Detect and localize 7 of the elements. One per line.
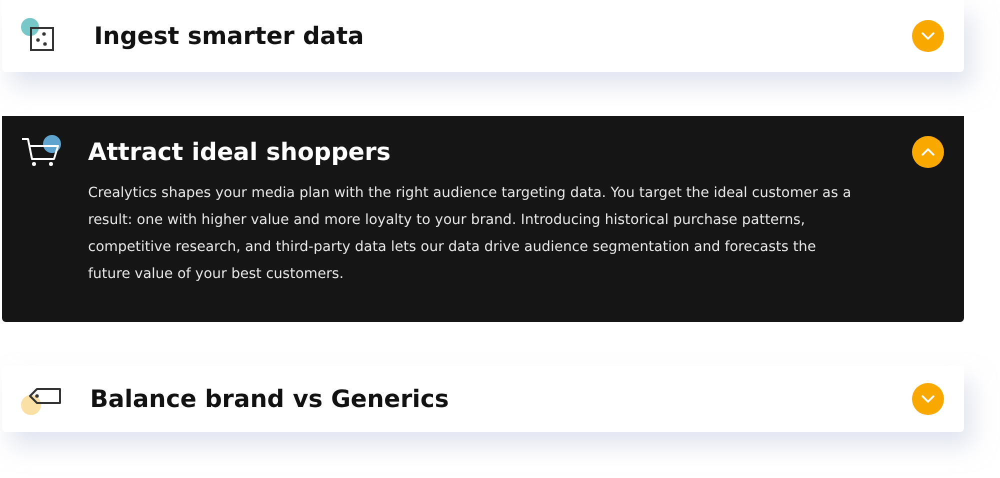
accordion-title[interactable]: Attract ideal shoppers bbox=[88, 138, 912, 166]
accordion-title[interactable]: Balance brand vs Generics bbox=[90, 385, 912, 413]
accordion-title[interactable]: Ingest smarter data bbox=[94, 22, 912, 50]
collapse-button[interactable] bbox=[912, 136, 944, 168]
expand-button[interactable] bbox=[912, 383, 944, 415]
expand-button[interactable] bbox=[912, 20, 944, 52]
accordion-text: Crealytics shapes your media plan with the right audience targeting data. You target the ideal customer as a result: one with higher value and more loyalty to your brand. Introducing historical purchase patterns, competitive research, and third-party data lets our data drive audience segmentation and forecasts the future value of your best customers. bbox=[88, 184, 852, 284]
